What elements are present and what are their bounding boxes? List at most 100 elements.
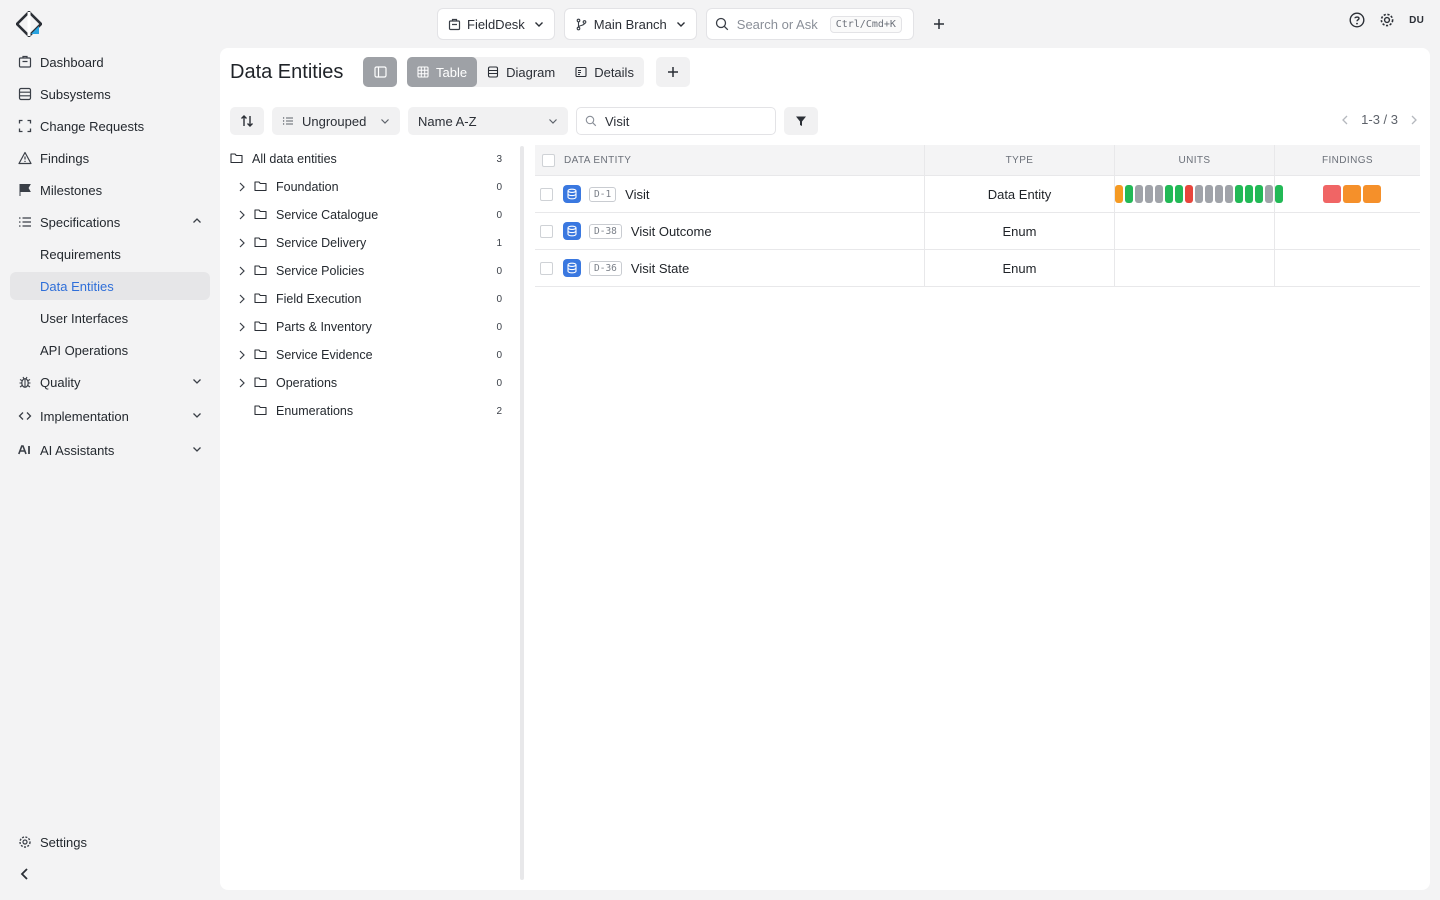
nav-implementation[interactable]: Implementation xyxy=(10,402,210,430)
nav-dashboard[interactable]: Dashboard xyxy=(10,48,210,76)
chevron-down-icon xyxy=(676,22,685,27)
tree-count: 1 xyxy=(496,237,502,249)
tab-table[interactable]: Table xyxy=(407,57,478,87)
app-logo[interactable] xyxy=(16,11,42,37)
select-all-checkbox[interactable] xyxy=(542,153,555,167)
toggle-tree-button[interactable] xyxy=(363,57,397,87)
tree-label: Service Delivery xyxy=(276,236,367,250)
code-icon xyxy=(18,412,32,420)
tree-folder[interactable]: Parts & Inventory 0 xyxy=(230,313,512,341)
nav-api-operations[interactable]: API Operations xyxy=(10,336,210,364)
tab-diagram[interactable]: Diagram xyxy=(477,57,565,87)
nav-label: Data Entities xyxy=(40,278,114,294)
nav-milestones[interactable]: Milestones xyxy=(10,176,210,204)
folder-icon xyxy=(254,321,267,332)
nav-findings[interactable]: Findings xyxy=(10,144,210,172)
column-header[interactable]: Units xyxy=(1179,155,1211,166)
tree-folder[interactable]: Service Catalogue 0 xyxy=(230,201,512,229)
row-checkbox[interactable] xyxy=(540,261,553,275)
tree-folder[interactable]: Service Delivery 1 xyxy=(230,229,512,257)
filter-button[interactable] xyxy=(784,107,818,135)
chevron-right-icon[interactable] xyxy=(238,238,246,248)
grouping-select[interactable]: Ungrouped xyxy=(272,107,400,135)
nav-ai-assistants[interactable]: AI Assistants xyxy=(10,436,210,464)
nav-subsystems[interactable]: Subsystems xyxy=(10,80,210,108)
tab-details[interactable]: Details xyxy=(565,57,644,87)
chevron-right-icon[interactable] xyxy=(238,294,246,304)
column-header[interactable]: Data Entity xyxy=(564,155,631,166)
chevron-right-icon[interactable] xyxy=(238,266,246,276)
chevron-right-icon[interactable] xyxy=(238,350,246,360)
finding-mark[interactable] xyxy=(1343,185,1361,203)
tree-folder[interactable]: Service Policies 0 xyxy=(230,257,512,285)
row-checkbox[interactable] xyxy=(540,224,553,238)
chevron-right-icon[interactable] xyxy=(238,210,246,220)
project-selector[interactable]: FieldDesk xyxy=(437,8,555,40)
tree-folder[interactable]: Operations 0 xyxy=(230,369,512,397)
entity-name[interactable]: Visit State xyxy=(631,261,689,276)
unit-status-mark xyxy=(1194,185,1203,203)
tree-label: Service Catalogue xyxy=(276,208,379,222)
nav-data-entities[interactable]: Data Entities xyxy=(10,272,210,300)
unit-status-mark xyxy=(1114,185,1123,203)
panel-resizer[interactable] xyxy=(520,146,524,880)
finding-mark[interactable] xyxy=(1323,185,1341,203)
create-button[interactable] xyxy=(923,8,955,40)
help-icon[interactable] xyxy=(1349,12,1365,28)
table-row[interactable]: D-38 Visit Outcome Enum xyxy=(535,212,1420,250)
details-icon xyxy=(575,66,587,78)
gear-icon[interactable] xyxy=(1379,12,1395,28)
nav-label: Settings xyxy=(40,834,87,850)
chevron-left-icon[interactable] xyxy=(1341,115,1349,125)
branch-selector[interactable]: Main Branch xyxy=(563,8,697,40)
user-avatar[interactable]: DU xyxy=(1409,15,1424,26)
tree-folder[interactable]: Field Execution 0 xyxy=(230,285,512,313)
chevron-right-icon[interactable] xyxy=(238,378,246,388)
dashboard-icon xyxy=(18,55,32,68)
tree-folder[interactable]: Service Evidence 0 xyxy=(230,341,512,369)
unit-status-mark xyxy=(1154,185,1163,203)
table-row[interactable]: D-1 Visit Data Entity xyxy=(535,175,1420,213)
tree-count: 0 xyxy=(496,265,502,277)
tree-folder[interactable]: Foundation 0 xyxy=(230,173,512,201)
global-search[interactable]: Search or Ask Ctrl/Cmd+K xyxy=(705,8,914,40)
nav-settings[interactable]: Settings xyxy=(10,828,210,856)
view-tabs: Table Diagram Details xyxy=(407,57,644,87)
page-title: Data Entities xyxy=(230,61,344,83)
nav-requirements[interactable]: Requirements xyxy=(10,240,210,268)
nav-change-requests[interactable]: Change Requests xyxy=(10,112,210,140)
column-header[interactable]: Findings xyxy=(1322,155,1373,166)
tree-folder[interactable]: Enumerations 2 xyxy=(230,397,512,425)
entity-name[interactable]: Visit Outcome xyxy=(631,224,712,239)
collapse-sidebar-button[interactable] xyxy=(10,860,38,888)
column-header[interactable]: Type xyxy=(1006,155,1034,166)
sort-direction-button[interactable] xyxy=(230,107,264,135)
table-row[interactable]: D-36 Visit State Enum xyxy=(535,249,1420,287)
filter-search-input[interactable]: Visit xyxy=(576,107,776,135)
plus-icon xyxy=(933,19,944,29)
unit-status-mark xyxy=(1184,185,1193,203)
finding-mark[interactable] xyxy=(1363,185,1381,203)
add-view-button[interactable] xyxy=(656,57,690,87)
search-placeholder: Search or Ask xyxy=(736,16,818,32)
nav-user-interfaces[interactable]: User Interfaces xyxy=(10,304,210,332)
main-panel: Data Entities Table Diagram Details Ungr… xyxy=(220,48,1430,890)
row-checkbox[interactable] xyxy=(540,187,553,201)
ai-icon xyxy=(18,445,30,455)
findings-bar xyxy=(1323,185,1381,203)
folder-icon xyxy=(254,377,267,388)
chevron-right-icon[interactable] xyxy=(1410,115,1418,125)
chevron-right-icon[interactable] xyxy=(238,182,246,192)
nav-specifications[interactable]: Specifications xyxy=(10,208,210,236)
tree-root[interactable]: All data entities 3 xyxy=(230,145,512,173)
ordering-select[interactable]: Name A-Z xyxy=(408,107,568,135)
nav-quality[interactable]: Quality xyxy=(10,368,210,396)
branch-name: Main Branch xyxy=(593,16,667,32)
bug-icon xyxy=(19,376,31,388)
folder-icon xyxy=(254,265,267,276)
chevron-right-icon[interactable] xyxy=(238,322,246,332)
tab-label: Diagram xyxy=(506,64,556,80)
project-name: FieldDesk xyxy=(467,16,525,32)
entity-id: D-38 xyxy=(589,223,622,239)
entity-name[interactable]: Visit xyxy=(625,187,649,202)
